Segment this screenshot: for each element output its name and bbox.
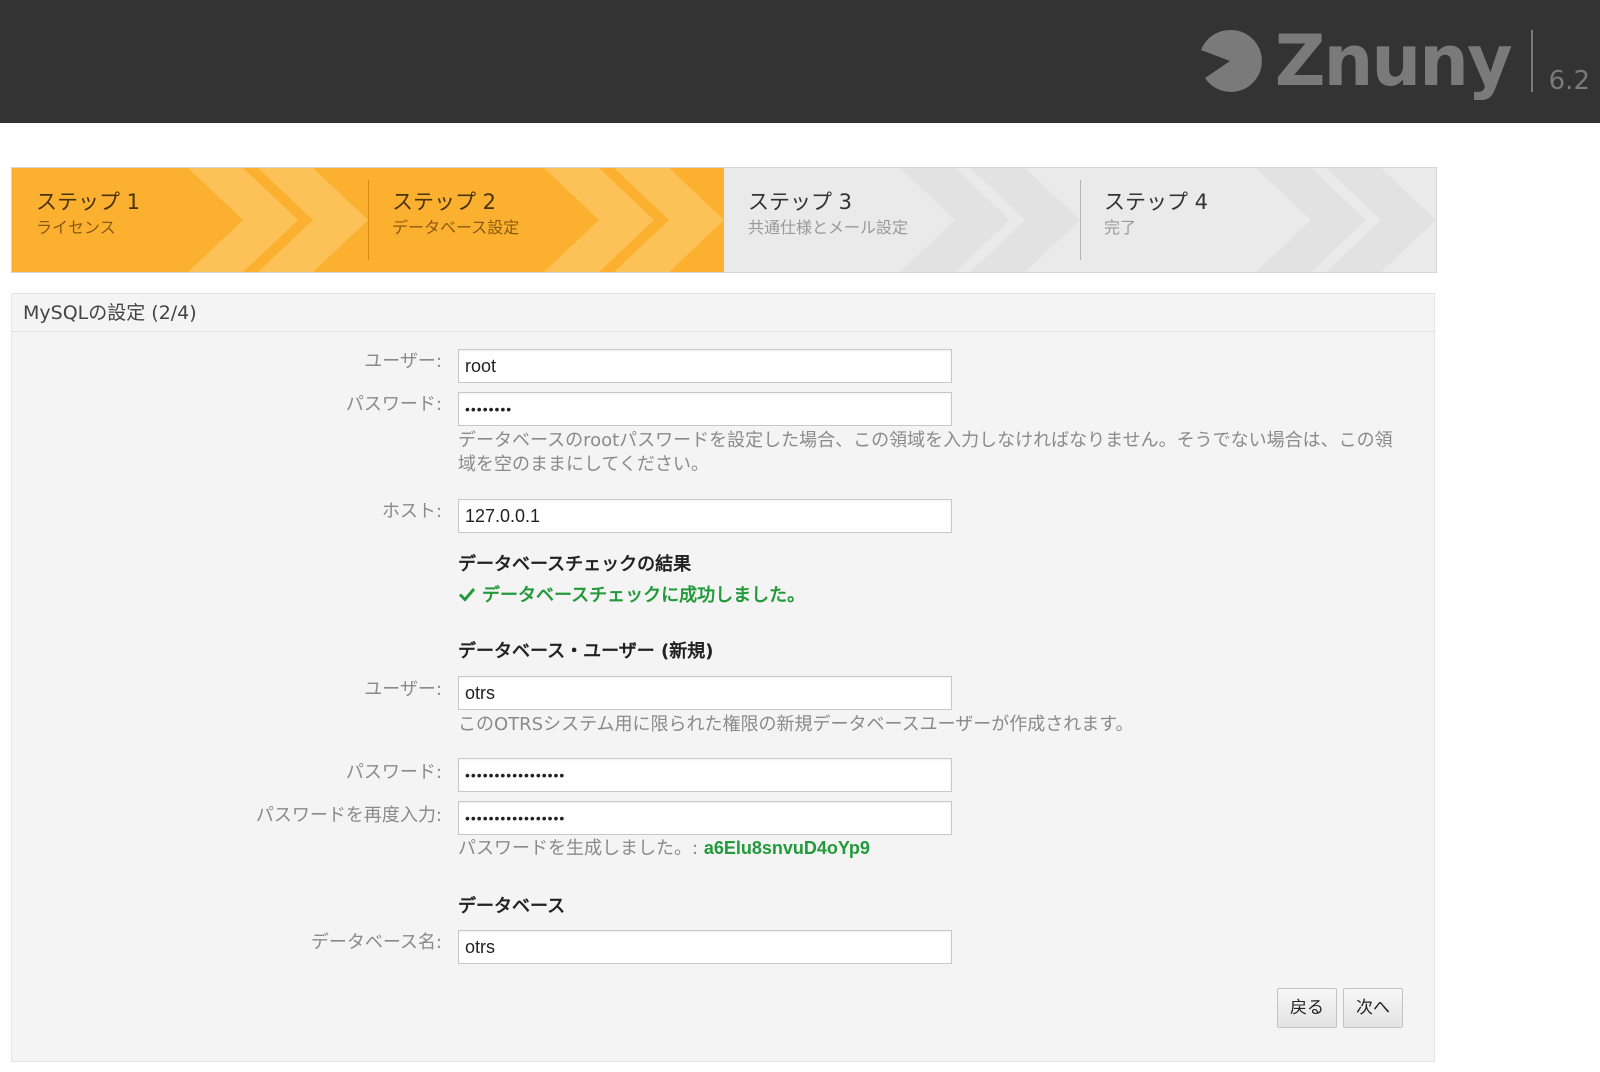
panel-title: MySQLの設定 (2/4): [12, 294, 1434, 332]
back-button[interactable]: 戻る: [1277, 988, 1337, 1028]
db-check-result: データベースチェックに成功しました。: [458, 581, 805, 607]
step-4: ステップ 4 完了: [1080, 168, 1436, 272]
step-title: ステップ 4: [1104, 190, 1209, 214]
db-check-heading: データベースチェックの結果: [458, 554, 692, 575]
db-password-label: パスワード:: [345, 762, 442, 783]
step-subtitle: 完了: [1104, 218, 1137, 237]
database-heading: データベース: [458, 896, 566, 917]
step-title: ステップ 2: [392, 190, 497, 214]
chevron-decoration: [970, 168, 1080, 272]
checkmark-icon: [458, 588, 476, 602]
admin-password-label: パスワード:: [345, 394, 442, 415]
db-check-result-text: データベースチェックに成功しました。: [482, 585, 806, 606]
step-divider: [368, 180, 369, 260]
step-divider: [1080, 180, 1081, 260]
host-input[interactable]: 127.0.0.1: [458, 499, 952, 533]
step-subtitle: ライセンス: [36, 218, 116, 237]
db-password-repeat-input[interactable]: •••••••••••••••••: [458, 801, 952, 835]
step-1: ステップ 1 ライセンス: [12, 168, 368, 272]
db-user-hint: このOTRSシステム用に限られた権限の新規データベースユーザーが作成されます。: [458, 714, 1134, 735]
admin-user-input[interactable]: root: [458, 349, 952, 383]
step-subtitle: 共通仕様とメール設定: [748, 218, 909, 237]
mysql-settings-panel: MySQLの設定 (2/4) ユーザー: root パスワード: •••••••…: [11, 293, 1435, 1062]
db-password-input[interactable]: •••••••••••••••••: [458, 758, 952, 792]
admin-password-hint: データベースのrootパスワードを設定した場合、この領域を入力しなければなりませ…: [458, 430, 1393, 475]
step-3: ステップ 3 共通仕様とメール設定: [724, 168, 1080, 272]
chevron-decoration: [1326, 168, 1436, 272]
db-user-label: ユーザー:: [364, 679, 442, 700]
step-subtitle: データベース設定: [392, 218, 520, 237]
znuny-logo-icon: [1200, 29, 1262, 92]
generated-password-prefix: パスワードを生成しました。:: [458, 838, 699, 859]
db-user-input[interactable]: otrs: [458, 676, 952, 710]
step-title: ステップ 3: [748, 190, 853, 214]
logo-divider: [1530, 30, 1533, 92]
db-password-repeat-label: パスワードを再度入力:: [255, 805, 442, 826]
generated-password-value: a6Elu8snvuD4oYp9: [703, 838, 870, 858]
admin-user-label: ユーザー:: [364, 351, 442, 372]
znuny-logo: Znuny 6.2: [1197, 18, 1590, 104]
app-header: Znuny 6.2: [0, 0, 1600, 123]
new-db-user-heading: データベース・ユーザー (新規): [458, 641, 714, 662]
database-name-label: データベース名:: [310, 932, 442, 953]
step-title: ステップ 1: [36, 190, 141, 214]
version-label: 6.2: [1548, 66, 1590, 96]
chevron-decoration: [258, 168, 368, 272]
admin-password-input[interactable]: ••••••••: [458, 392, 952, 426]
generated-password-hint: パスワードを生成しました。: a6Elu8snvuD4oYp9: [458, 836, 870, 861]
database-name-input[interactable]: otrs: [458, 930, 952, 964]
brand-name: Znuny: [1274, 20, 1513, 102]
host-label: ホスト:: [381, 501, 442, 522]
step-2: ステップ 2 データベース設定: [368, 168, 724, 272]
installer-steps: ステップ 1 ライセンス ステップ 2 データベース設定 ステップ 3 共通仕様…: [11, 167, 1437, 273]
next-button[interactable]: 次へ: [1343, 988, 1403, 1028]
chevron-decoration: [614, 168, 724, 272]
